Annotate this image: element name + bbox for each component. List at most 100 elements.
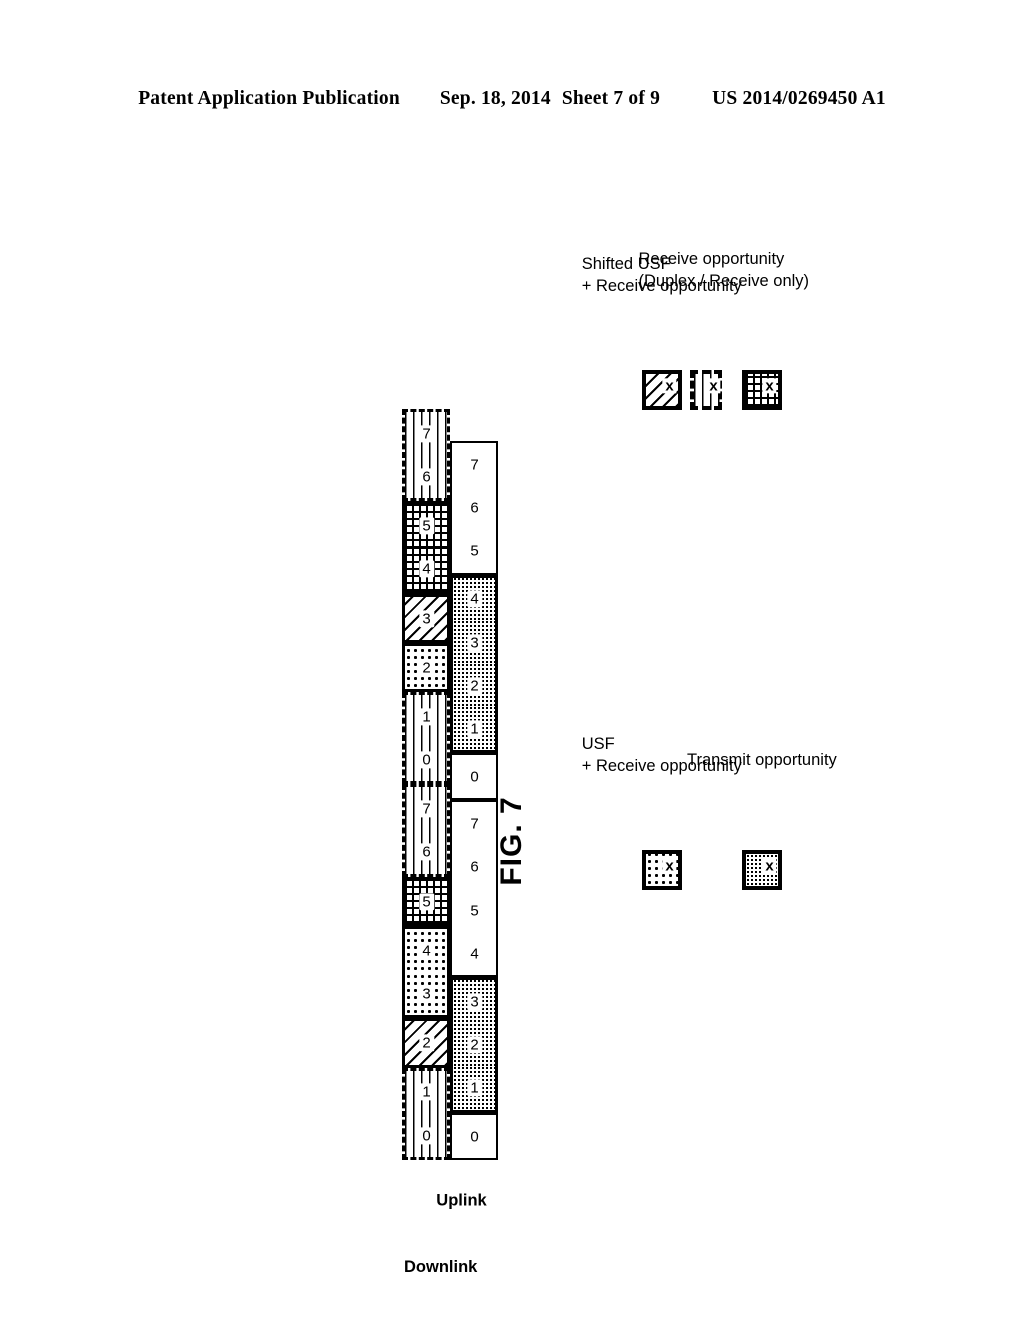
legend-swatch-shifted-usf: x <box>642 370 682 410</box>
timeslot-number: 4 <box>469 945 479 963</box>
timeslot-number: 0 <box>469 768 479 786</box>
legend-swatch-receive-duplex-dashed: x <box>690 370 722 410</box>
timeslot-cell[interactable]: 7 <box>452 802 496 846</box>
timeslot-group: 01 <box>402 692 450 785</box>
timeslot-cell[interactable]: 0 <box>405 1113 447 1157</box>
timeslot-number: 0 <box>469 1127 479 1145</box>
timeslot-number: 7 <box>421 800 431 818</box>
timeslot-group: 3 <box>402 593 450 643</box>
legend-item-usf-receive: x USF + Receive opportunity <box>582 735 742 890</box>
timeslot-cell[interactable]: 3 <box>453 980 495 1024</box>
timeslot-number: 6 <box>421 843 431 861</box>
timeslot-number: 7 <box>421 425 431 443</box>
timeslot-cell[interactable]: 6 <box>405 455 447 499</box>
timeslot-cell[interactable]: 0 <box>405 738 447 782</box>
timeslot-number: 3 <box>421 985 431 1003</box>
timeslot-cell[interactable]: 2 <box>453 663 495 708</box>
timeslot-number: 1 <box>469 720 479 738</box>
axis-label-downlink: Downlink <box>404 1258 478 1276</box>
figure-caption: FIG. 7 <box>495 796 528 886</box>
timeslot-number: 0 <box>421 751 431 769</box>
figure-7-diagram: Downlink Uplink 0123456701234567 0123456… <box>252 100 837 1276</box>
timeslot-cell[interactable]: 5 <box>452 529 496 573</box>
timeslot-number: 2 <box>469 677 479 695</box>
timeslot-number: 3 <box>469 633 479 651</box>
timeslot-number: 5 <box>421 517 431 535</box>
timeslot-number: 2 <box>421 1034 431 1052</box>
timeslot-cell[interactable]: 1 <box>405 695 447 739</box>
timeslot-group: 5 6 7 <box>450 441 498 575</box>
timeslot-number: 4 <box>421 942 431 960</box>
timeslot-cell[interactable]: 2 <box>453 1023 495 1067</box>
timeslot-cell[interactable]: 5 <box>405 504 447 548</box>
timeslot-group: 67 <box>402 409 450 502</box>
timeslot-group: 2 <box>402 1018 450 1068</box>
timeslot-number: 7 <box>469 456 479 474</box>
timeslot-number: 4 <box>469 590 479 608</box>
timeslot-number: 4 <box>421 560 431 578</box>
axis-label-uplink: Uplink <box>436 1191 487 1210</box>
timeslot-number: 2 <box>469 1036 479 1054</box>
timeslot-number: 6 <box>469 858 479 876</box>
timeslot-group: 0 <box>450 1112 498 1160</box>
timeslot-group: 0 <box>450 753 498 801</box>
legend-swatch-transmit: x <box>742 850 782 890</box>
timeslot-number: 5 <box>421 892 431 910</box>
legend-item-transmit: x Transmit opportunity <box>687 751 837 890</box>
legend-item-shifted-usf: x Shifted USF + Receive opportunity <box>582 255 742 410</box>
timeslot-group: 2 <box>402 642 450 693</box>
timeslot-number: 0 <box>421 1126 431 1144</box>
legend-swatch-usf-receive: x <box>642 850 682 890</box>
timeslot-cell[interactable]: 4 <box>452 932 496 976</box>
timeslot-group: 01 <box>402 1067 450 1160</box>
x-marker-icon: x <box>709 377 718 395</box>
timeslot-cell[interactable]: 2 <box>405 1021 447 1065</box>
timeslot-cell[interactable]: 3 <box>453 620 495 664</box>
timeslot-number: 6 <box>421 468 431 486</box>
timeslot-group: 1 2 3 4 <box>450 574 498 754</box>
timeslot-cell[interactable]: 1 <box>453 1066 495 1110</box>
x-marker-icon: x <box>665 857 674 875</box>
timeslot-number: 7 <box>469 815 479 833</box>
timeslot-number: 5 <box>469 901 479 919</box>
timeslot-group: 1 2 3 <box>450 977 498 1113</box>
legend-label-line1: Receive opportunity <box>638 249 785 268</box>
legend-label-line1: Transmit opportunity <box>686 751 837 770</box>
downlink-timeslot-row: 0123456701234567 <box>402 409 450 1160</box>
legend-label-line2: (Duplex / Receive only) <box>638 271 810 290</box>
timeslot-cell[interactable]: 4 <box>453 577 495 621</box>
timeslot-cell[interactable]: 1 <box>405 1070 447 1114</box>
timeslot-cell[interactable]: 6 <box>452 486 496 530</box>
timeslot-cell[interactable]: 4 <box>405 929 447 973</box>
timeslot-cell[interactable]: 3 <box>405 596 447 640</box>
timeslot-cell[interactable]: 3 <box>405 972 447 1016</box>
timeslot-cell[interactable]: 5 <box>405 879 447 924</box>
timeslot-number: 1 <box>421 708 431 726</box>
timeslot-cell[interactable]: 7 <box>405 412 447 456</box>
timeslot-cell[interactable]: 2 <box>405 645 447 690</box>
x-marker-icon: x <box>765 377 774 395</box>
legend-label-transmit: Transmit opportunity <box>687 750 837 772</box>
timeslot-cell[interactable]: 7 <box>452 443 496 487</box>
timeslot-cell[interactable]: 0 <box>452 1114 496 1158</box>
timeslot-cell[interactable]: 5 <box>452 888 496 933</box>
timeslot-cell[interactable]: 4 <box>405 547 447 591</box>
timeslot-group: 5 <box>402 876 450 927</box>
timeslot-number: 3 <box>421 609 431 627</box>
timeslot-number: 1 <box>469 1079 479 1097</box>
timeslot-cell[interactable]: 0 <box>452 755 496 799</box>
timeslot-group: 67 <box>402 784 450 877</box>
timeslot-group: 45 <box>402 501 450 594</box>
legend-swatch-receive-only-grid: x <box>742 370 782 410</box>
timeslot-number: 5 <box>469 542 479 560</box>
timeslot-group: 34 <box>402 926 450 1019</box>
timeslot-cell[interactable]: 6 <box>405 830 447 874</box>
timeslot-group: 4 5 6 7 <box>450 800 498 978</box>
x-marker-icon: x <box>765 857 774 875</box>
uplink-timeslot-row: 0 1 2 3 4 5 6 7 0 1 2 3 4 5 6 7 <box>450 441 498 1160</box>
timeslot-cell[interactable]: 6 <box>452 845 496 889</box>
timeslot-number: 2 <box>421 659 431 677</box>
timeslot-cell[interactable]: 1 <box>453 707 495 751</box>
x-marker-icon: x <box>665 377 674 395</box>
timeslot-cell[interactable]: 7 <box>405 787 447 831</box>
